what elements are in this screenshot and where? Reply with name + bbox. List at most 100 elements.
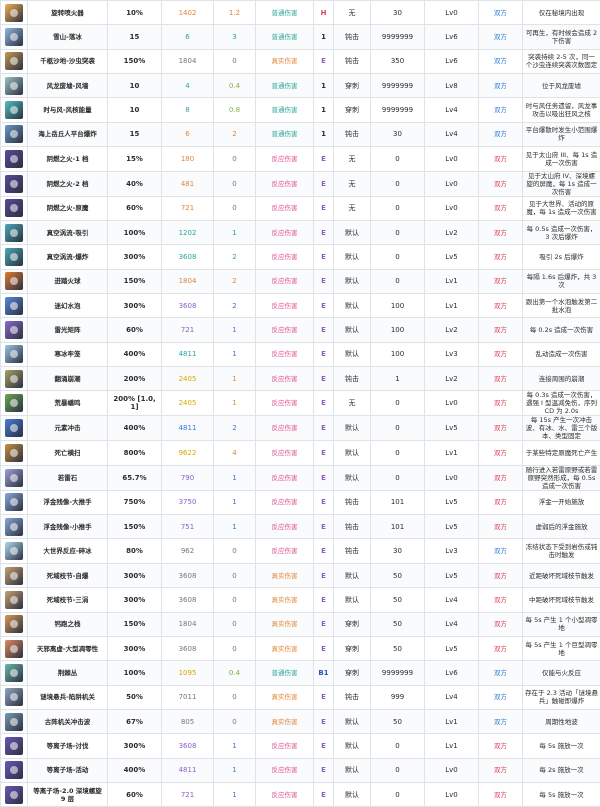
row-target-side: 双方 bbox=[479, 269, 523, 293]
row-note: 虚弱后的浮金施放 bbox=[523, 515, 600, 539]
row-note: 每 2s 施放一次 bbox=[523, 758, 600, 782]
row-base-value: 2405 bbox=[162, 391, 214, 416]
row-target-side: 双方 bbox=[479, 563, 523, 587]
row-damage-type: 反应伤害 bbox=[256, 196, 314, 220]
row-hit-type: 钝击 bbox=[334, 25, 371, 49]
row-percent: 150% bbox=[108, 49, 162, 73]
wind-core-icon bbox=[5, 101, 23, 119]
row-percent: 300% bbox=[108, 588, 162, 612]
row-icon-cell bbox=[1, 416, 28, 441]
row-name: 死亡横扫 bbox=[28, 441, 108, 465]
row-name: 千柩沙地-沙虫突袭 bbox=[28, 49, 108, 73]
table-row: 真空涡流-吸引100%12021反应伤害E默认0Lv2双方每 0.5s 造成一次… bbox=[1, 220, 600, 244]
row-base-value: 4811 bbox=[162, 416, 214, 441]
row-base-value: 3608 bbox=[162, 293, 214, 317]
row-damage-type: 反应伤害 bbox=[256, 147, 314, 171]
row-multiplier: 4 bbox=[214, 441, 256, 465]
row-poise-value: 0 bbox=[371, 220, 425, 244]
row-multiplier: 1 bbox=[214, 342, 256, 366]
row-base-value: 1402 bbox=[162, 1, 214, 25]
row-poise-value: 9999999 bbox=[371, 74, 425, 98]
row-base-value: 3608 bbox=[162, 636, 214, 660]
row-level: Lv2 bbox=[425, 367, 479, 391]
row-element-gauge: E bbox=[314, 539, 334, 563]
row-level: Lv4 bbox=[425, 98, 479, 122]
shell-trap-icon bbox=[5, 615, 23, 633]
row-note: 近距破坏死域枝节触发 bbox=[523, 563, 600, 587]
row-icon-cell bbox=[1, 269, 28, 293]
grass-thunder-icon bbox=[5, 469, 23, 487]
row-hit-type: 默认 bbox=[334, 269, 371, 293]
table-row: 迷幻水泡300%36082反应伤害E默认100Lv1双方跟出第一个水泡触发第二批… bbox=[1, 293, 600, 317]
row-target-side: 双方 bbox=[479, 293, 523, 317]
row-name: 雪山-落冰 bbox=[28, 25, 108, 49]
row-icon-cell bbox=[1, 147, 28, 171]
row-target-side: 双方 bbox=[479, 391, 523, 416]
row-icon-cell bbox=[1, 490, 28, 514]
table-row: 若雷石65.7%7901反应伤害E默认0Lv0双方随行进入若雷原野或若雷原野突然… bbox=[1, 465, 600, 490]
row-note: 位于风龙废墟 bbox=[523, 74, 600, 98]
row-target-side: 双方 bbox=[479, 636, 523, 660]
row-damage-type: 普通伤害 bbox=[256, 661, 314, 685]
row-multiplier: 1 bbox=[214, 758, 256, 782]
row-target-side: 双方 bbox=[479, 709, 523, 733]
row-level: Lv5 bbox=[425, 416, 479, 441]
row-target-side: 双方 bbox=[479, 147, 523, 171]
row-target-side: 双方 bbox=[479, 588, 523, 612]
row-name: 阴燃之火-1 档 bbox=[28, 147, 108, 171]
row-base-value: 4 bbox=[162, 74, 214, 98]
row-name: 时与风-风核能量 bbox=[28, 98, 108, 122]
row-multiplier: 2 bbox=[214, 122, 256, 146]
row-element-gauge: E bbox=[314, 734, 334, 758]
row-target-side: 双方 bbox=[479, 122, 523, 146]
row-element-gauge: E bbox=[314, 318, 334, 342]
table-row: 迸踏火球150%18042反应伤害E默认0Lv1双方每隔 1.6s 后爆炸，共 … bbox=[1, 269, 600, 293]
row-element-gauge: H bbox=[314, 1, 334, 25]
row-hit-type: 默认 bbox=[334, 734, 371, 758]
row-multiplier: 2 bbox=[214, 416, 256, 441]
row-icon-cell bbox=[1, 612, 28, 636]
row-name: 荒暴蟠鸣 bbox=[28, 391, 108, 416]
table-row: 古阵机关冲击波67%8050真实伤害E默认50Lv1双方周期性地波 bbox=[1, 709, 600, 733]
row-element-gauge: E bbox=[314, 269, 334, 293]
row-element-gauge: 1 bbox=[314, 98, 334, 122]
row-damage-type: 反应伤害 bbox=[256, 318, 314, 342]
row-percent: 80% bbox=[108, 539, 162, 563]
row-icon-cell bbox=[1, 74, 28, 98]
row-percent: 750% bbox=[108, 490, 162, 514]
row-damage-type: 真实伤害 bbox=[256, 636, 314, 660]
row-damage-type: 普通伤害 bbox=[256, 98, 314, 122]
row-target-side: 双方 bbox=[479, 612, 523, 636]
row-base-value: 4811 bbox=[162, 758, 214, 782]
row-percent: 300% bbox=[108, 563, 162, 587]
row-multiplier: 0 bbox=[214, 49, 256, 73]
row-target-side: 双方 bbox=[479, 758, 523, 782]
row-note: 仅在秘境内出现 bbox=[523, 1, 600, 25]
row-damage-type: 反应伤害 bbox=[256, 783, 314, 807]
row-hit-type: 默认 bbox=[334, 318, 371, 342]
row-note: 每 0.2s 造成一次伤害 bbox=[523, 318, 600, 342]
row-multiplier: 2 bbox=[214, 269, 256, 293]
row-level: Lv0 bbox=[425, 465, 479, 490]
water-bubble-icon bbox=[5, 297, 23, 315]
dark-fire-icon bbox=[5, 199, 23, 217]
row-target-side: 双方 bbox=[479, 245, 523, 269]
row-note: 冻结状态下受到岩伤或钝击时触发 bbox=[523, 539, 600, 563]
row-element-gauge: E bbox=[314, 465, 334, 490]
wind-wall-icon bbox=[5, 77, 23, 95]
row-percent: 150% bbox=[108, 269, 162, 293]
row-level: Lv1 bbox=[425, 709, 479, 733]
death-domain-icon bbox=[5, 567, 23, 585]
row-hit-type: 默认 bbox=[334, 465, 371, 490]
row-icon-cell bbox=[1, 1, 28, 25]
row-base-value: 9622 bbox=[162, 441, 214, 465]
row-percent: 60% bbox=[108, 783, 162, 807]
row-multiplier: 0.4 bbox=[214, 74, 256, 98]
row-element-gauge: E bbox=[314, 783, 334, 807]
row-note: 每隔 1.6s 后爆炸，共 3 次 bbox=[523, 269, 600, 293]
row-poise-value: 100 bbox=[371, 342, 425, 366]
row-level: Lv5 bbox=[425, 490, 479, 514]
teleport-field-icon bbox=[5, 761, 23, 779]
row-note: 每 5s 施放一次 bbox=[523, 734, 600, 758]
row-icon-cell bbox=[1, 515, 28, 539]
